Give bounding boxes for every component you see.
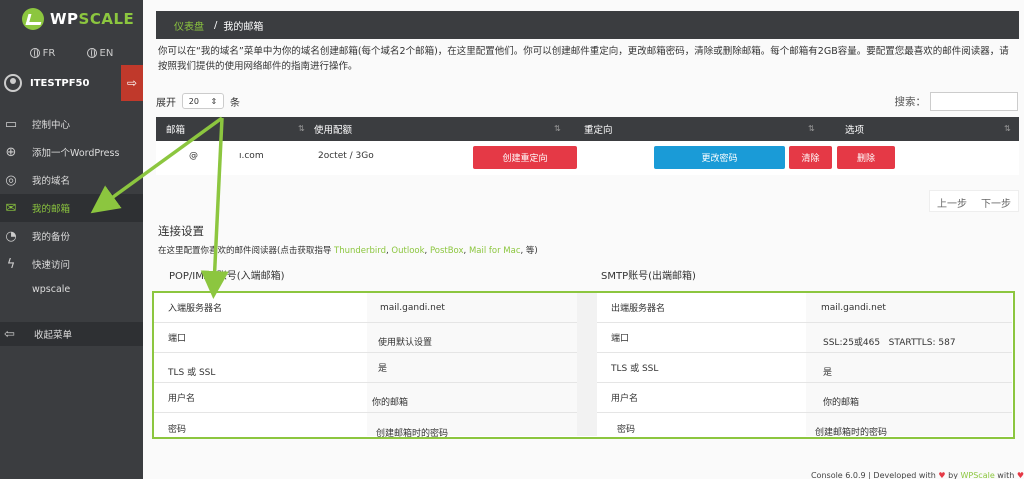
heart-icon: ♥ (938, 471, 946, 479)
connection-title: 连接设置 (158, 224, 204, 238)
globe-icon: ◎ (5, 172, 17, 188)
envelope-icon: ✉ (5, 200, 17, 216)
col-email[interactable]: 邮箱 (166, 117, 185, 141)
footer-brand-link[interactable]: WPScale (960, 471, 994, 479)
breadcrumb-separator: / (214, 19, 218, 31)
smtp-row-port: 端口 SSL:25或465 STARTTLS: 587 (597, 323, 1012, 353)
email-domain: ı.com (239, 151, 264, 161)
link-mail-for-mac[interactable]: Mail for Mac (469, 246, 521, 256)
sidebar: WPSCALE FR EN ITESTPF50 ⇨ ▭ 控制中心 ⊕ 添加一个Wor… (0, 0, 143, 479)
delete-mailbox-button[interactable]: 删除 (837, 146, 895, 169)
intro-text: 你可以在“我的域名”菜单中为你的域名创建邮箱(每个域名2个邮箱)，在这里配置他们… (158, 46, 1009, 72)
pop-row-password: 密码 创建邮箱时的密码 (168, 424, 449, 440)
link-thunderbird[interactable]: Thunderbird (334, 246, 386, 256)
sidebar-item-quick-access[interactable]: ϟ 快速访问 (0, 250, 143, 278)
settings-table: 入端服务器名 mail.gandi.net 端口 使用默认设置 TLS 或 SS… (152, 291, 1015, 439)
smtp-row-password: 密码 创建邮箱时的密码 (617, 424, 888, 439)
plus-icon: ⊕ (5, 144, 17, 160)
sidebar-item-add-wordpress[interactable]: ⊕ 添加一个WordPress (0, 138, 143, 166)
sidebar-item-backups[interactable]: ◔ 我的备份 (0, 222, 143, 250)
user-name: ITESTPF50 (30, 77, 90, 89)
collapse-menu-button[interactable]: ⇦ 收起菜单 (0, 322, 143, 346)
sidebar-subitem-wpscale[interactable]: wpscale (0, 278, 143, 300)
breadcrumb-current: 我的邮箱 (223, 21, 264, 33)
pagination: 上一步 下一步 (929, 190, 1019, 212)
heart-icon: ♥ (1016, 471, 1024, 479)
search-input[interactable] (930, 92, 1018, 111)
language-switcher: FR EN (0, 40, 143, 66)
quota-value: 2octet / 3Go (318, 151, 374, 161)
logout-icon: ⇨ (126, 76, 138, 90)
link-outlook[interactable]: Outlook (391, 246, 424, 256)
globe-icon (29, 48, 40, 58)
user-row: ITESTPF50 ⇨ (0, 65, 143, 101)
smtp-row-tls: TLS 或 SSL 是 (597, 353, 1012, 383)
footer: Console 6.0.9 | Developed with ♥ by WPSc… (810, 471, 1024, 479)
pop-row-tls: TLS 或 SSL 是 (154, 353, 577, 383)
col-quota[interactable]: 使用配额 (314, 117, 352, 141)
col-redirect[interactable]: 重定向 (584, 117, 613, 141)
pop-row-server: 入端服务器名 mail.gandi.net (154, 293, 577, 323)
lang-en[interactable]: EN (86, 48, 113, 59)
pop-imap-title: POP/IMAP账号(入端邮箱) (169, 271, 285, 282)
backup-icon: ◔ (5, 228, 17, 244)
smtp-row-username: 用户名 你的邮箱 (597, 383, 1012, 413)
monitor-icon: ▭ (4, 116, 18, 132)
change-password-button[interactable]: 更改密码 (654, 146, 785, 169)
sort-icon[interactable]: ⇅ (808, 124, 815, 133)
updown-icon: ⇕ (210, 96, 218, 106)
breadcrumb: 仪表盘 / 我的邮箱 (156, 11, 1019, 39)
lang-fr[interactable]: FR (29, 48, 55, 59)
email-at: @ (189, 151, 198, 161)
sidebar-nav: ▭ 控制中心 ⊕ 添加一个WordPress ◎ 我的域名 ✉ 我的邮箱 ◔ 我的备份 ϟ… (0, 110, 143, 300)
brand-name: WPSCALE (50, 10, 135, 28)
next-page-button[interactable]: 下一步 (974, 191, 1018, 211)
sidebar-item-domains[interactable]: ◎ 我的域名 (0, 166, 143, 194)
sort-icon[interactable]: ⇅ (298, 124, 305, 133)
page-size-control: 展开 20 ⇕ 条 (156, 93, 240, 109)
main-content: 仪表盘 / 我的邮箱 你可以在“我的域名”菜单中为你的域名创建邮箱(每个域名2个… (143, 0, 1024, 479)
smtp-row-server: 出端服务器名 mail.gandi.net (597, 293, 1012, 323)
search-control: 搜索： (895, 92, 1018, 111)
col-options[interactable]: 选项 (845, 117, 864, 141)
table-header: 邮箱 ⇅ 使用配额 ⇅ 重定向 ⇅ 选项 ⇅ (156, 117, 1019, 141)
pop-row-username: 用户名 你的邮箱 (154, 383, 577, 413)
user-icon (4, 74, 22, 92)
logout-button[interactable]: ⇨ (121, 65, 143, 101)
prev-page-button[interactable]: 上一步 (930, 191, 974, 211)
create-redirect-button[interactable]: 创建重定向 (473, 146, 577, 169)
bolt-icon: ϟ (6, 256, 16, 272)
wpscale-logo-icon (22, 8, 44, 30)
sidebar-item-mailboxes[interactable]: ✉ 我的邮箱 (0, 194, 143, 222)
connection-subtitle: 在这里配置你喜欢的邮件阅读器(点击获取指导 Thunderbird, Outlo… (158, 246, 538, 256)
sort-icon[interactable]: ⇅ (1004, 124, 1011, 133)
smtp-title: SMTP账号(出端邮箱) (601, 271, 696, 282)
page-size-select[interactable]: 20 ⇕ (182, 93, 224, 109)
table-row: @ ı.com 2octet / 3Go 创建重定向 更改密码 清除 删除 (156, 141, 1019, 175)
link-postbox[interactable]: PostBox (430, 246, 464, 256)
logo[interactable]: WPSCALE (0, 0, 143, 38)
arrow-left-icon: ⇦ (4, 326, 15, 342)
pop-row-port: 端口 使用默认设置 (154, 323, 577, 353)
sort-icon[interactable]: ⇅ (554, 124, 561, 133)
clear-mailbox-button[interactable]: 清除 (789, 146, 832, 169)
globe-icon (86, 48, 97, 58)
column-divider (577, 293, 597, 436)
sidebar-item-dashboard[interactable]: ▭ 控制中心 (0, 110, 143, 138)
breadcrumb-home[interactable]: 仪表盘 (174, 18, 204, 33)
